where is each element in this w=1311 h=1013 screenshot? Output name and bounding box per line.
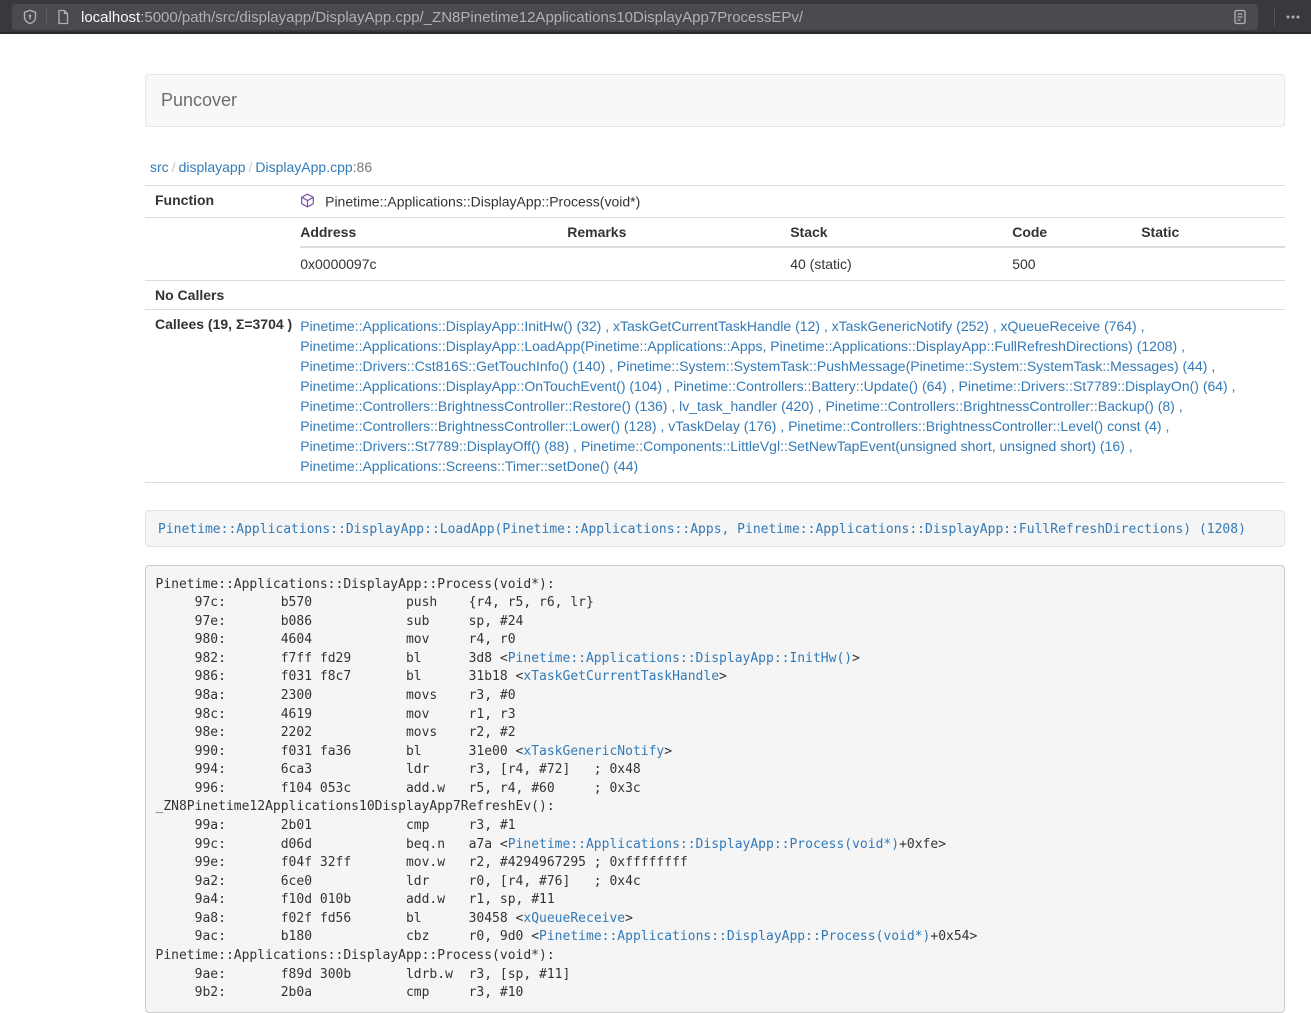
callee-link[interactable]: Pinetime::System::SystemTask::PushMessag…	[617, 358, 1208, 374]
callee-separator: ,	[605, 358, 617, 374]
function-table: Function Pinetime::Applications::Display…	[145, 185, 1285, 483]
callee-separator: ,	[814, 398, 826, 414]
callee-separator: ,	[989, 318, 1001, 334]
callee-separator: ,	[1207, 358, 1215, 374]
breadcrumb-link[interactable]: DisplayApp.cpp	[255, 159, 352, 175]
callees-row: Callees (19, Σ=3704 ) Pinetime::Applicat…	[145, 310, 1285, 483]
stats-row-label	[145, 218, 300, 281]
callee-separator: ,	[601, 318, 613, 334]
load-app-box: Pinetime::Applications::DisplayApp::Load…	[145, 510, 1285, 547]
breadcrumb-link[interactable]: displayapp	[179, 159, 246, 175]
code-symbol-link[interactable]: xTaskGenericNotify	[523, 744, 664, 759]
disassembly-block: Pinetime::Applications::DisplayApp::Proc…	[145, 565, 1285, 1013]
url-path: :5000/path/src/displayapp/DisplayApp.cpp…	[140, 9, 803, 26]
navbar: Puncover	[145, 74, 1285, 127]
url-text[interactable]: localhost:5000/path/src/displayapp/Displ…	[81, 9, 803, 26]
callee-separator: ,	[1162, 418, 1170, 434]
function-row: Function Pinetime::Applications::Display…	[145, 186, 1285, 218]
callee-separator: ,	[657, 418, 669, 434]
callee-link[interactable]: Pinetime::Components::LittleVgl::SetNewT…	[581, 438, 1125, 454]
callee-link[interactable]: Pinetime::Drivers::St7789::DisplayOn() (…	[959, 378, 1228, 394]
callee-link[interactable]: Pinetime::Applications::Screens::Timer::…	[300, 458, 638, 474]
url-host: localhost	[81, 9, 140, 26]
url-bar[interactable]: localhost:5000/path/src/displayapp/Displ…	[12, 4, 1258, 30]
breadcrumb-link[interactable]: src	[150, 159, 169, 175]
code-symbol-link[interactable]: Pinetime::Applications::DisplayApp::Proc…	[539, 929, 930, 944]
browser-toolbar: localhost:5000/path/src/displayapp/Displ…	[0, 0, 1311, 34]
callee-separator: ,	[1125, 438, 1133, 454]
stats-cell	[567, 247, 790, 280]
stats-cell	[1141, 247, 1285, 280]
code-symbol-link[interactable]: xTaskGetCurrentTaskHandle	[523, 669, 719, 684]
callee-link[interactable]: Pinetime::Drivers::St7789::DisplayOff() …	[300, 438, 569, 454]
callee-separator: ,	[662, 378, 674, 394]
function-name: Pinetime::Applications::DisplayApp::Proc…	[325, 193, 640, 209]
stats-row: AddressRemarksStackCodeStatic 0x0000097c…	[145, 218, 1285, 281]
callee-separator: ,	[1137, 318, 1145, 334]
menu-icon[interactable]	[1281, 5, 1305, 29]
callees-label: Callees (19, Σ=3704 )	[145, 310, 300, 483]
stats-header-row: AddressRemarksStackCodeStatic	[300, 218, 1285, 247]
callee-separator: ,	[1228, 378, 1236, 394]
stats-body: 0x0000097c 40 (static)500	[300, 247, 1285, 280]
stats-col-header: Remarks	[567, 218, 790, 247]
code-symbol-link[interactable]: Pinetime::Applications::DisplayApp::Proc…	[508, 837, 899, 852]
stats-table: AddressRemarksStackCodeStatic 0x0000097c…	[300, 218, 1285, 280]
load-app-link[interactable]: Pinetime::Applications::DisplayApp::Load…	[158, 522, 1246, 537]
breadcrumb-separator: /	[169, 159, 179, 175]
callee-separator: ,	[1177, 338, 1185, 354]
callee-link[interactable]: Pinetime::Controllers::Battery::Update()…	[674, 378, 947, 394]
callee-link[interactable]: Pinetime::Applications::DisplayApp::OnTo…	[300, 378, 662, 394]
callee-separator: ,	[947, 378, 959, 394]
reader-mode-icon[interactable]	[1228, 5, 1252, 29]
stats-cell: 40 (static)	[790, 247, 1012, 280]
callee-separator: ,	[569, 438, 581, 454]
callee-separator: ,	[820, 318, 832, 334]
breadcrumb: src/displayapp/DisplayApp.cpp:86	[150, 159, 1285, 175]
stats-cell: 0x0000097c	[300, 247, 567, 280]
callee-link[interactable]: Pinetime::Controllers::BrightnessControl…	[788, 418, 1161, 434]
callee-link[interactable]: Pinetime::Controllers::BrightnessControl…	[300, 418, 656, 434]
no-callers-label: No Callers	[145, 281, 300, 310]
page-icon[interactable]	[51, 5, 75, 29]
callee-link[interactable]: Pinetime::Controllers::BrightnessControl…	[825, 398, 1174, 414]
stats-data-row: 0x0000097c 40 (static)500	[300, 247, 1285, 280]
stats-col-header: Code	[1012, 218, 1141, 247]
brand-title[interactable]: Puncover	[146, 90, 237, 111]
callee-link[interactable]: Pinetime::Drivers::Cst816S::GetTouchInfo…	[300, 358, 605, 374]
callee-link[interactable]: lv_task_handler (420)	[679, 398, 814, 414]
shield-icon[interactable]	[18, 5, 42, 29]
stats-cell: 500	[1012, 247, 1141, 280]
stats-col-header: Static	[1141, 218, 1285, 247]
breadcrumb-line-number: :86	[353, 159, 372, 175]
stats-col-header: Stack	[790, 218, 1012, 247]
cube-icon	[300, 195, 319, 211]
stats-col-header: Address	[300, 218, 567, 247]
callee-separator: ,	[776, 418, 788, 434]
code-symbol-link[interactable]: Pinetime::Applications::DisplayApp::Init…	[508, 651, 852, 666]
toolbar-separator	[1274, 8, 1275, 26]
callees-list: Pinetime::Applications::DisplayApp::Init…	[300, 310, 1285, 483]
page-content: Puncover src/displayapp/DisplayApp.cpp:8…	[145, 74, 1285, 1013]
callee-link[interactable]: Pinetime::Applications::DisplayApp::Load…	[300, 338, 1177, 354]
callee-link[interactable]: xQueueReceive (764)	[1001, 318, 1137, 334]
callee-link[interactable]: vTaskDelay (176)	[668, 418, 776, 434]
breadcrumb-separator: /	[246, 159, 256, 175]
code-symbol-link[interactable]: xQueueReceive	[523, 911, 625, 926]
callee-link[interactable]: Pinetime::Controllers::BrightnessControl…	[300, 398, 667, 414]
callee-link[interactable]: Pinetime::Applications::DisplayApp::Init…	[300, 318, 601, 334]
callee-link[interactable]: xTaskGenericNotify (252)	[832, 318, 989, 334]
function-label: Function	[145, 186, 300, 218]
no-callers-row: No Callers	[145, 281, 1285, 310]
callee-separator: ,	[667, 398, 679, 414]
callee-link[interactable]: xTaskGetCurrentTaskHandle (12)	[613, 318, 820, 334]
callee-separator: ,	[1175, 398, 1183, 414]
urlbar-separator	[46, 9, 47, 25]
